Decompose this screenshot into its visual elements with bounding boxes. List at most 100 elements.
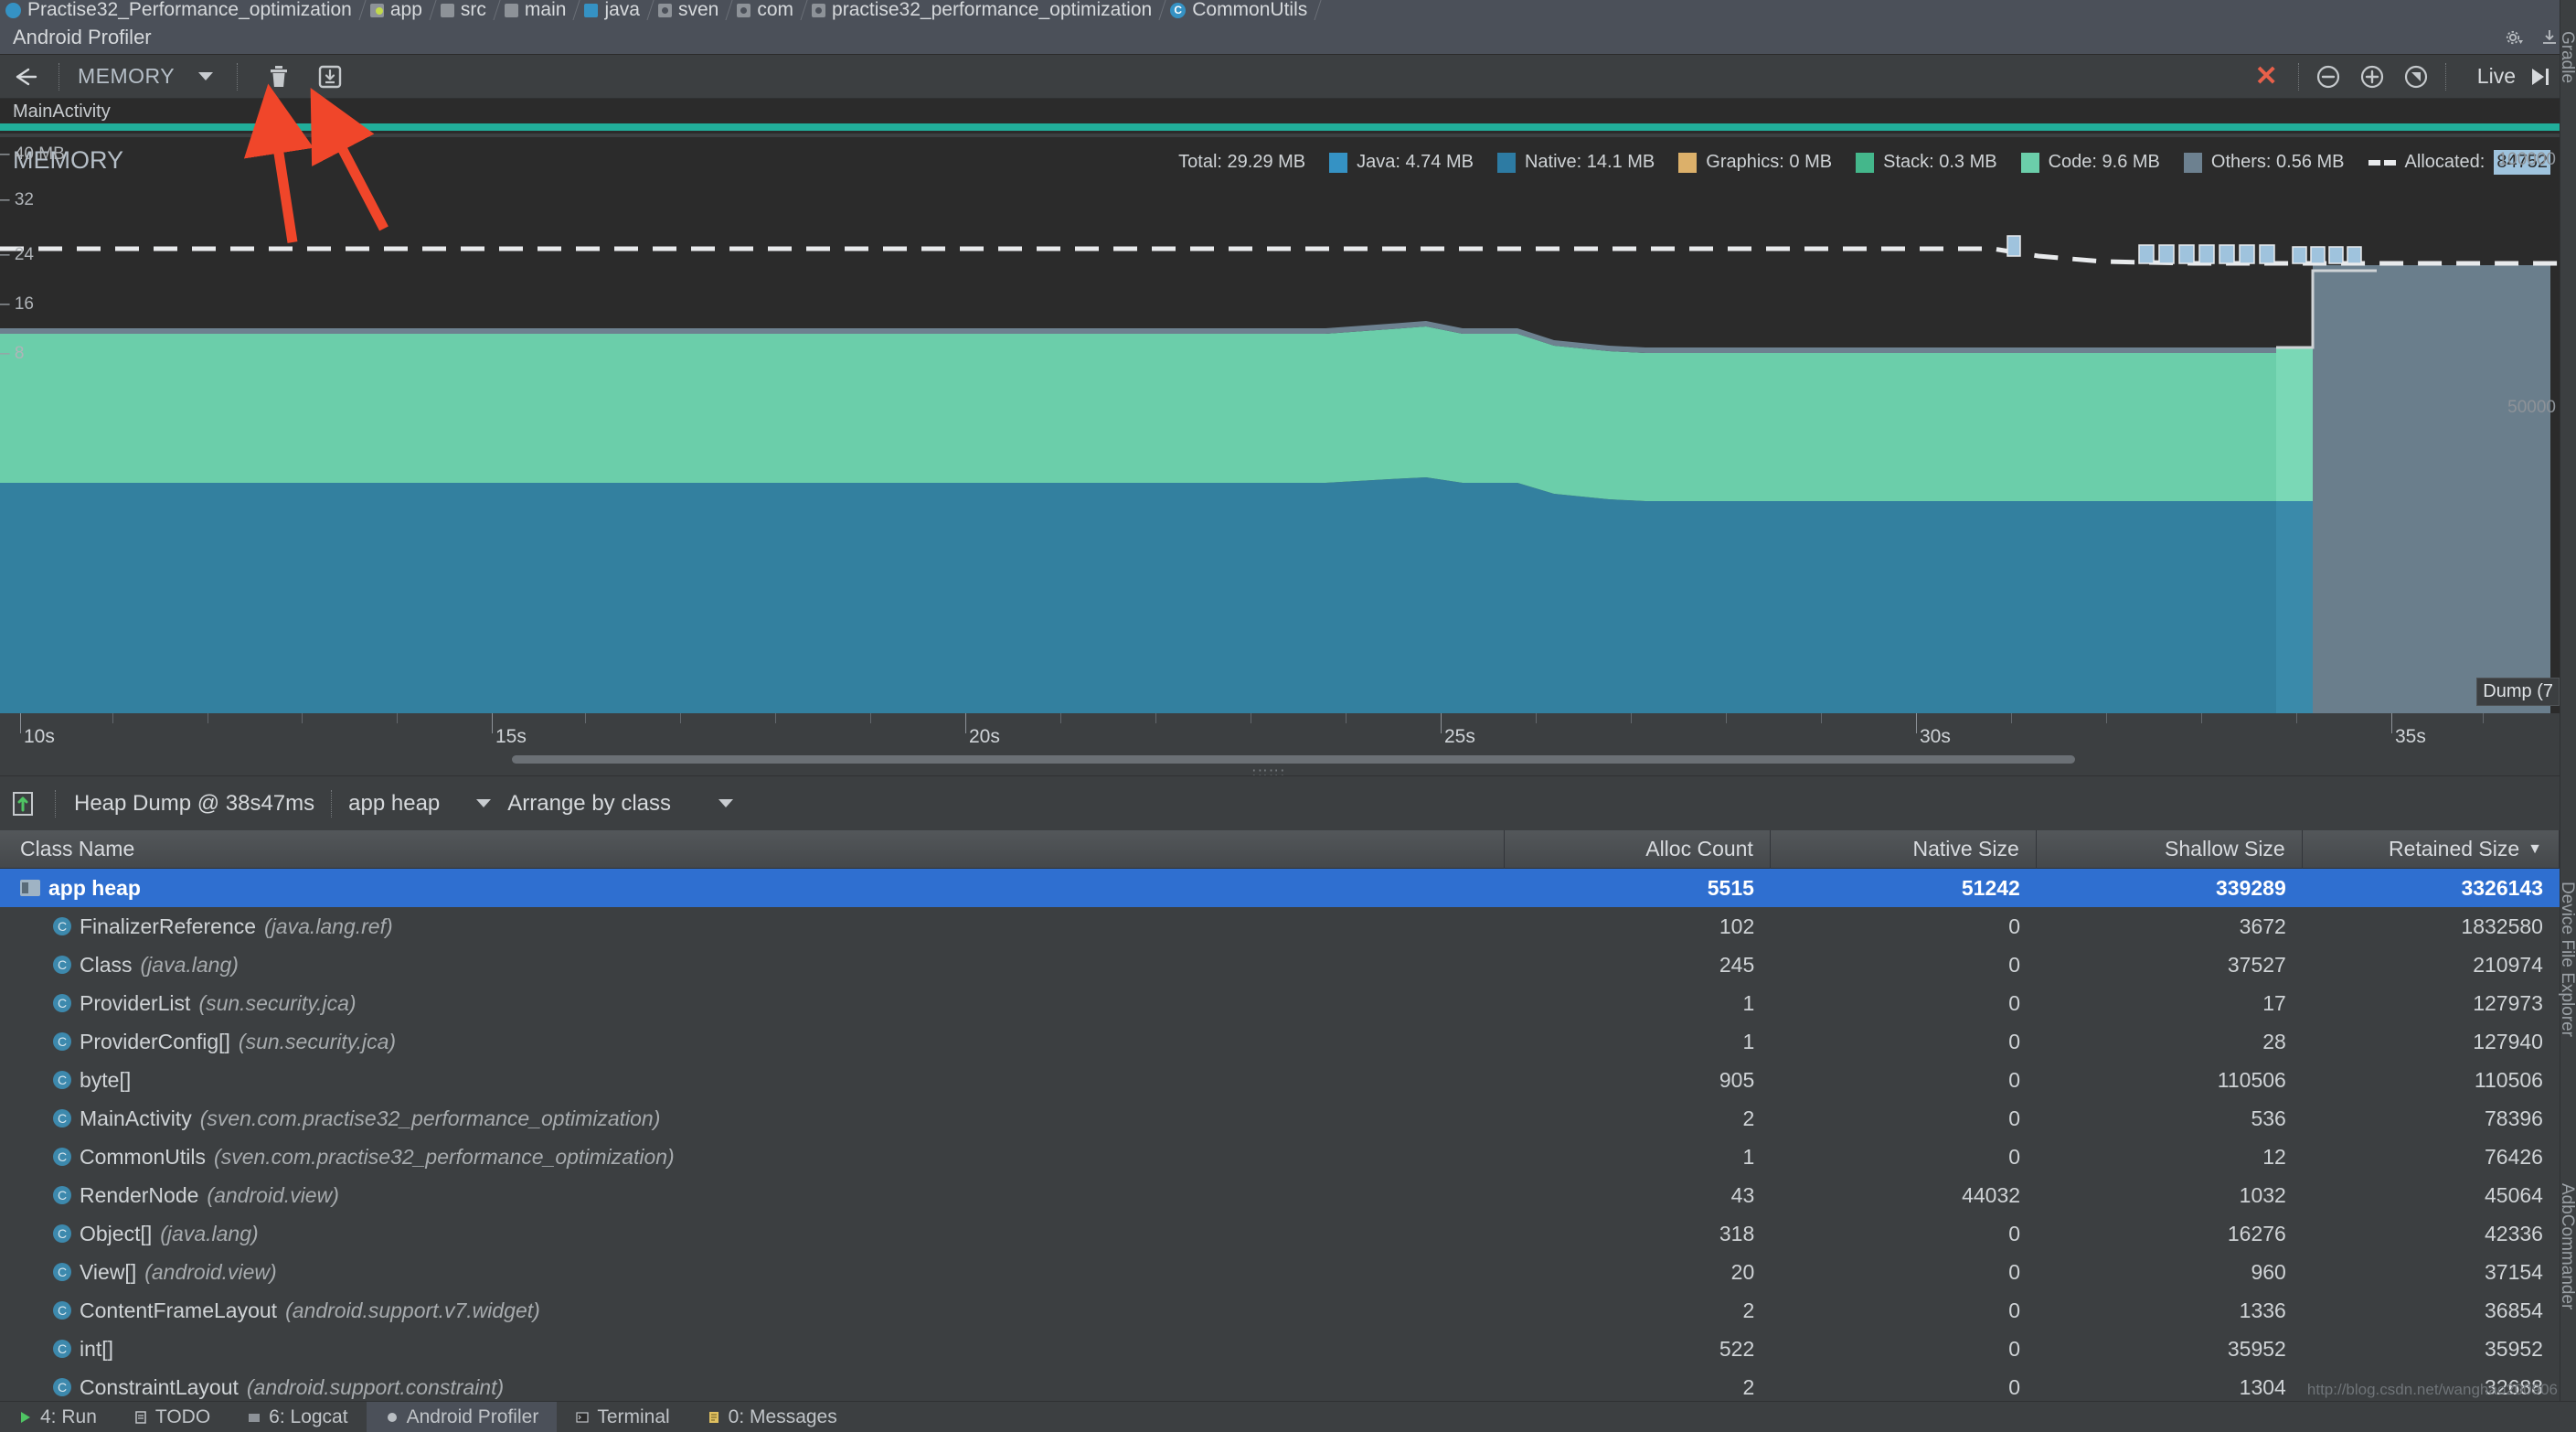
table-row[interactable]: C Object[] (java.lang) 318 0 16276 42336: [0, 1214, 2560, 1253]
rail-tab-device-file-explorer[interactable]: Device File Explorer: [2557, 878, 2576, 1041]
table-row[interactable]: C FinalizerReference (java.lang.ref) 102…: [0, 907, 2560, 946]
folder-icon: [504, 3, 518, 17]
cell-native-size: 0: [2008, 1029, 2021, 1053]
arrange-select-label[interactable]: Arrange by class: [491, 791, 719, 817]
back-arrow-icon[interactable]: [0, 65, 51, 89]
class-icon: C: [53, 1148, 71, 1166]
class-package-text: (sven.com.practise32_performance_optimiz…: [199, 1106, 661, 1130]
breadcrumb-item-app[interactable]: app: [365, 0, 435, 20]
goto-live-icon[interactable]: [2525, 63, 2558, 91]
cell-retained-size: 37154: [2485, 1259, 2543, 1284]
breadcrumb-item-com[interactable]: com: [731, 0, 806, 20]
column-header-alloc-count[interactable]: Alloc Count: [1505, 829, 1771, 869]
cell-native-size: 0: [2008, 1336, 2021, 1361]
cell-shallow-size: 339289: [2216, 875, 2286, 900]
watermark-text: http://blog.csdn.net/wanghao200906: [2306, 1381, 2558, 1398]
table-row[interactable]: C ProviderConfig[] (sun.security.jca) 1 …: [0, 1022, 2560, 1061]
class-icon: C: [53, 994, 71, 1012]
table-row[interactable]: C ContentFrameLayout (android.support.v7…: [0, 1291, 2560, 1330]
cell-alloc-count: 245: [1719, 952, 1755, 977]
cell-class-name: C FinalizerReference (java.lang.ref): [0, 907, 1505, 946]
trash-icon[interactable]: [265, 62, 293, 91]
heap-dump-icon[interactable]: [316, 62, 344, 91]
project-icon: [5, 2, 21, 18]
legend-item-java: Java: 4.74 MB: [1329, 152, 1474, 173]
chevron-down-icon[interactable]: [719, 799, 734, 807]
column-header-native-size[interactable]: Native Size: [1771, 829, 2037, 869]
legend-native-label: Native: 14.1 MB: [1524, 152, 1655, 172]
cell-shallow-size: 110506: [2217, 1067, 2286, 1092]
profiler-icon: [387, 1412, 397, 1422]
cell-alloc-count: 318: [1719, 1221, 1755, 1245]
breadcrumb-item-package[interactable]: practise32_performance_optimization: [806, 0, 1165, 20]
breadcrumb-item-class[interactable]: C CommonUtils: [1165, 0, 1320, 20]
rail-tab-adbcommander[interactable]: AdbCommander: [2557, 1180, 2576, 1313]
chevron-down-icon[interactable]: [476, 799, 492, 807]
column-header-retained-size[interactable]: Retained Size ▼: [2303, 829, 2560, 869]
breadcrumb-item-sven[interactable]: sven: [653, 0, 731, 20]
table-row[interactable]: C View[] (android.view) 20 0 960 37154: [0, 1253, 2560, 1291]
reset-zoom-icon[interactable]: [2401, 62, 2431, 91]
breadcrumb-item-java[interactable]: java: [579, 0, 653, 20]
bottom-tab-run[interactable]: 4: Run: [0, 1402, 115, 1432]
table-row[interactable]: C RenderNode (android.view) 43 44032 103…: [0, 1176, 2560, 1214]
source-folder-icon: [584, 3, 599, 17]
class-package-text: (android.support.v7.widget): [285, 1298, 540, 1322]
zoom-out-icon[interactable]: [2314, 62, 2343, 91]
column-header-class-name[interactable]: Class Name: [0, 829, 1505, 869]
column-header-shallow-size[interactable]: Shallow Size: [2037, 829, 2303, 869]
heap-table-header: Class Name Alloc Count Native Size Shall…: [0, 829, 2560, 869]
gear-icon[interactable]: [2505, 27, 2525, 48]
table-row[interactable]: C byte[] 905 0 110506 110506: [0, 1061, 2560, 1099]
table-row[interactable]: C ProviderList (sun.security.jca) 1 0 17…: [0, 984, 2560, 1022]
axis-tick: [302, 713, 303, 723]
timeline-scrollbar-thumb[interactable]: [512, 755, 2075, 764]
breadcrumb-item-project[interactable]: Practise32_Performance_optimization: [0, 0, 365, 20]
memory-chart[interactable]: MEMORY Total: 29.29 MB Java: 4.74 MB Nat…: [0, 137, 2560, 713]
class-icon: C: [53, 1224, 71, 1243]
cell-alloc-count: 2: [1742, 1298, 1755, 1322]
table-row[interactable]: C CommonUtils (sven.com.practise32_perfo…: [0, 1138, 2560, 1176]
table-row[interactable]: C MainActivity (sven.com.practise32_perf…: [0, 1099, 2560, 1138]
legend-item-graphics: Graphics: 0 MB: [1678, 152, 1832, 173]
zoom-in-icon[interactable]: [2358, 62, 2387, 91]
breadcrumb-item-main[interactable]: main: [499, 0, 580, 20]
table-row[interactable]: app heap 5515 51242 339289 3326143: [0, 869, 2560, 907]
right-axis-tick-50000: 50000: [2507, 398, 2556, 417]
table-row[interactable]: C int[] 522 0 35952 35952: [0, 1330, 2560, 1368]
bottom-tab-terminal[interactable]: Terminal: [557, 1402, 687, 1432]
bottom-tab-android-profiler[interactable]: Android Profiler: [366, 1402, 558, 1432]
bottom-tab-logcat[interactable]: 6: Logcat: [229, 1402, 366, 1432]
cell-alloc-count: 20: [1730, 1259, 1755, 1284]
table-row[interactable]: C ConstraintLayout (android.support.cons…: [0, 1368, 2560, 1401]
breadcrumb-label: src: [460, 0, 486, 20]
cell-alloc-count: 43: [1730, 1182, 1755, 1207]
todo-icon: [135, 1410, 146, 1424]
profiler-type-label[interactable]: MEMORY: [67, 64, 198, 89]
stop-x-icon[interactable]: ✕: [2242, 62, 2291, 91]
heap-select-label[interactable]: app heap: [335, 791, 476, 817]
table-row[interactable]: C Class (java.lang) 245 0 37527 210974: [0, 946, 2560, 984]
axis-tick: [2296, 713, 2297, 723]
legend-swatch-others: [2183, 152, 2202, 173]
dump-marker-label[interactable]: Dump (7: [2476, 678, 2560, 706]
legend-graphics-label: Graphics: 0 MB: [1706, 152, 1833, 172]
chevron-down-icon[interactable]: [198, 72, 214, 80]
heap-table-body[interactable]: app heap 5515 51242 339289 3326143 C Fin…: [0, 869, 2560, 1401]
toolbar-divider: [2297, 62, 2299, 91]
bottom-tab-messages[interactable]: 0: Messages: [688, 1402, 856, 1432]
bottom-tab-todo[interactable]: TODO: [115, 1402, 229, 1432]
class-package-text: (sun.security.jca): [238, 1029, 397, 1053]
rail-tab-gradle[interactable]: Gradle: [2557, 27, 2576, 87]
cell-alloc-count: 102: [1719, 914, 1755, 938]
cell-shallow-size: 1304: [2239, 1374, 2286, 1399]
class-package-text: (android.view): [207, 1182, 339, 1207]
cell-alloc-count: 522: [1719, 1336, 1755, 1361]
breadcrumb-item-src[interactable]: src: [435, 0, 499, 20]
live-button-label[interactable]: Live: [2454, 64, 2525, 89]
axis-tick: [585, 713, 586, 723]
package-icon: [657, 3, 672, 17]
class-name-text: RenderNode: [80, 1182, 199, 1207]
cell-alloc-count: 1: [1742, 1029, 1755, 1053]
session-activity-strip: MainActivity: [0, 99, 2560, 134]
